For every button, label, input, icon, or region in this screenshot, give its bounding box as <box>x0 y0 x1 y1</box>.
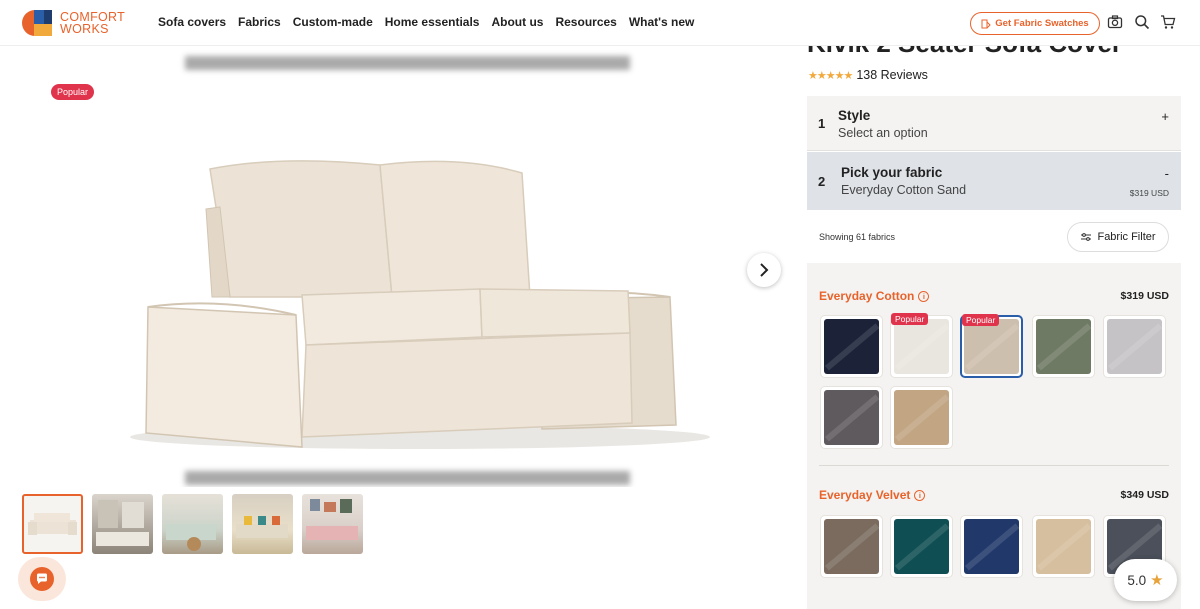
fabric-swatch[interactable] <box>820 515 883 578</box>
swatch-fill <box>964 319 1019 374</box>
fabric-filter-label: Fabric Filter <box>1097 231 1156 243</box>
reviews-badge[interactable]: 5.0 ★ <box>1114 559 1177 601</box>
main-nav: Sofa covers Fabrics Custom-made Home ess… <box>158 15 694 29</box>
fabric-group-title: Everyday Cotton <box>819 289 915 303</box>
logo-mark <box>22 10 54 36</box>
swatch-fill <box>824 519 879 574</box>
cart-icon[interactable] <box>1160 14 1176 30</box>
rating-stars: ★★★★★ <box>808 69 853 82</box>
logo-line-2: WORKS <box>60 22 109 36</box>
nav-about-us[interactable]: About us <box>491 15 543 29</box>
fabric-swatch[interactable] <box>1032 515 1095 578</box>
thumbnail-2[interactable] <box>92 494 153 554</box>
get-swatches-button[interactable]: Get Fabric Swatches <box>970 12 1100 35</box>
thumbnail-4[interactable] <box>232 494 293 554</box>
step-1-subtitle: Select an option <box>838 126 928 140</box>
collapse-icon: - <box>1164 166 1169 181</box>
gallery-shadow-top <box>185 56 630 70</box>
thumbnail-5[interactable] <box>302 494 363 554</box>
popular-badge: Popular <box>51 84 95 100</box>
thumb-room-2 <box>166 524 216 551</box>
site-header: COMFORT WORKS Sofa covers Fabrics Custom… <box>0 0 1200 46</box>
step-2-title: Pick your fabric <box>841 165 943 180</box>
step-1-title: Style <box>838 108 871 123</box>
product-rating[interactable]: ★★★★★ 138 Reviews <box>808 68 928 82</box>
swatch-fill <box>894 390 949 445</box>
swatch-fill <box>824 319 879 374</box>
thumbnail-1[interactable] <box>22 494 83 554</box>
step-1-number: 1 <box>818 116 826 131</box>
nav-whats-new[interactable]: What's new <box>629 15 695 29</box>
info-icon[interactable]: i <box>918 290 930 302</box>
logo-text: COMFORT WORKS <box>60 11 125 36</box>
review-score: 5.0 <box>1127 572 1147 588</box>
swatch-fill <box>1107 319 1162 374</box>
fabric-swatch-selected[interactable]: Popular <box>960 314 1023 378</box>
fabric-filter-button[interactable]: Fabric Filter <box>1067 222 1169 252</box>
swatch-fill <box>824 390 879 445</box>
fabric-swatch[interactable] <box>1032 315 1095 378</box>
swatch-fill <box>964 519 1019 574</box>
swatch-popular-badge: Popular <box>891 313 929 325</box>
gallery-shadow-bottom <box>185 471 630 485</box>
step-2-number: 2 <box>818 174 826 189</box>
thumb-room-3 <box>236 516 288 538</box>
expand-icon: + <box>1161 109 1169 124</box>
chat-button[interactable] <box>18 557 66 601</box>
fabric-swatch[interactable] <box>960 515 1023 578</box>
swatch-fill <box>894 319 949 374</box>
thumbnail-3[interactable] <box>162 494 223 554</box>
fabric-filter-row: Showing 61 fabrics Fabric Filter <box>807 215 1181 261</box>
fabric-swatch[interactable] <box>890 515 953 578</box>
step-pick-fabric[interactable]: 2 Pick your fabric Everyday Cotton Sand … <box>807 152 1181 210</box>
fabric-group-header: Everyday Velvet i $349 USD <box>819 488 1169 502</box>
fabric-swatch[interactable] <box>820 386 883 449</box>
thumb-sofa-white <box>28 513 77 535</box>
swatch-fill <box>1036 519 1091 574</box>
gallery-thumbnails <box>22 494 363 554</box>
swatch-popular-badge: Popular <box>962 314 1000 326</box>
step-2-subtitle: Everyday Cotton Sand <box>841 183 967 197</box>
search-icon[interactable] <box>1134 14 1150 30</box>
fabric-swatch[interactable]: Popular <box>890 313 953 378</box>
group-divider <box>819 465 1169 466</box>
thumb-room-4 <box>306 499 358 540</box>
swatch-icon <box>981 19 991 28</box>
info-icon[interactable]: i <box>914 489 926 501</box>
fabric-group-name: Everyday Velvet i <box>819 488 926 502</box>
fabric-count: Showing 61 fabrics <box>819 232 896 242</box>
nav-fabrics[interactable]: Fabrics <box>238 15 281 29</box>
step-style[interactable]: 1 Style Select an option + <box>807 96 1181 151</box>
fabric-group-price: $349 USD <box>1120 489 1169 501</box>
chevron-right-icon <box>760 263 769 277</box>
nav-custom-made[interactable]: Custom-made <box>293 15 373 29</box>
fabric-group-name: Everyday Cotton i <box>819 289 930 303</box>
nav-home-essentials[interactable]: Home essentials <box>385 15 480 29</box>
step-2-price: $319 USD <box>1129 188 1169 198</box>
gallery-next-button[interactable] <box>747 253 781 287</box>
fabric-swatch[interactable] <box>820 315 883 378</box>
swatch-fill <box>1036 319 1091 374</box>
get-swatches-label: Get Fabric Swatches <box>995 18 1089 29</box>
reviews-count: 138 Reviews <box>856 68 928 82</box>
chat-icon <box>30 567 54 591</box>
product-gallery: Popular <box>0 47 800 487</box>
sofa-image <box>130 160 710 449</box>
fabric-list: Everyday Cotton i $319 USD Popular Popul… <box>807 263 1181 609</box>
fabric-group-price: $319 USD <box>1120 290 1169 302</box>
fabric-group-header: Everyday Cotton i $319 USD <box>819 289 1169 303</box>
brand-logo[interactable]: COMFORT WORKS <box>22 10 125 36</box>
swatch-fill <box>894 519 949 574</box>
star-icon: ★ <box>1150 572 1164 589</box>
thumb-room-1 <box>96 500 149 546</box>
filter-icon <box>1081 233 1092 241</box>
nav-resources[interactable]: Resources <box>555 15 616 29</box>
camera-icon[interactable] <box>1107 14 1123 30</box>
fabric-swatch[interactable] <box>890 386 953 449</box>
fabric-swatch[interactable] <box>1103 315 1166 378</box>
fabric-group-title: Everyday Velvet <box>819 488 911 502</box>
nav-sofa-covers[interactable]: Sofa covers <box>158 15 226 29</box>
